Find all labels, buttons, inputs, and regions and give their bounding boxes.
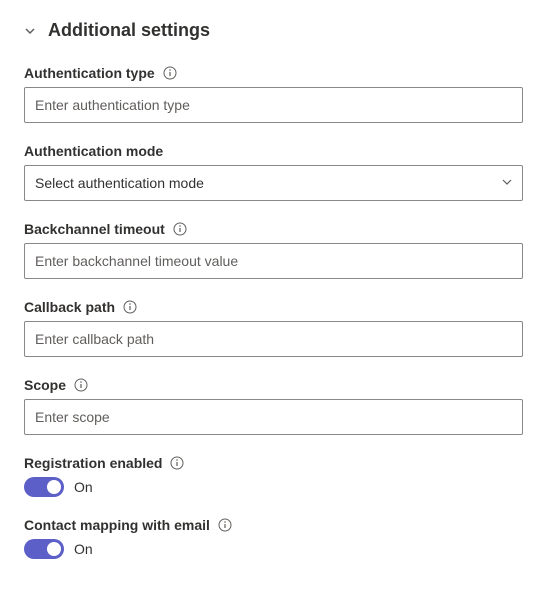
field-label: Authentication type (24, 65, 155, 81)
authentication-type-input[interactable] (24, 87, 523, 123)
toggle-thumb (47, 542, 61, 556)
callback-path-input[interactable] (24, 321, 523, 357)
scope-input[interactable] (24, 399, 523, 435)
toggle-state-label: On (74, 479, 93, 495)
field-label-row: Authentication mode (24, 143, 523, 159)
field-callback-path: Callback path (24, 299, 523, 357)
info-icon[interactable] (74, 378, 88, 392)
info-icon[interactable] (218, 518, 232, 532)
chevron-down-icon[interactable] (24, 25, 36, 37)
section-header: Additional settings (24, 20, 523, 41)
toggle-row: On (24, 539, 523, 559)
info-icon[interactable] (170, 456, 184, 470)
field-label-row: Callback path (24, 299, 523, 315)
field-scope: Scope (24, 377, 523, 435)
field-contact-mapping: Contact mapping with email On (24, 517, 523, 559)
toggle-thumb (47, 480, 61, 494)
field-label: Authentication mode (24, 143, 163, 159)
info-icon[interactable] (173, 222, 187, 236)
authentication-mode-select[interactable]: Select authentication mode (24, 165, 523, 201)
toggle-state-label: On (74, 541, 93, 557)
field-authentication-mode: Authentication mode Select authenticatio… (24, 143, 523, 201)
field-registration-enabled: Registration enabled On (24, 455, 523, 497)
registration-enabled-toggle[interactable] (24, 477, 64, 497)
field-backchannel-timeout: Backchannel timeout (24, 221, 523, 279)
info-icon[interactable] (163, 66, 177, 80)
field-label: Callback path (24, 299, 115, 315)
field-label-row: Registration enabled (24, 455, 523, 471)
info-icon[interactable] (123, 300, 137, 314)
field-authentication-type: Authentication type (24, 65, 523, 123)
field-label: Backchannel timeout (24, 221, 165, 237)
section-title: Additional settings (48, 20, 210, 41)
field-label-row: Scope (24, 377, 523, 393)
contact-mapping-toggle[interactable] (24, 539, 64, 559)
field-label-row: Contact mapping with email (24, 517, 523, 533)
field-label-row: Authentication type (24, 65, 523, 81)
field-label-row: Backchannel timeout (24, 221, 523, 237)
field-label: Registration enabled (24, 455, 162, 471)
field-label: Contact mapping with email (24, 517, 210, 533)
select-wrapper: Select authentication mode (24, 165, 523, 201)
backchannel-timeout-input[interactable] (24, 243, 523, 279)
field-label: Scope (24, 377, 66, 393)
toggle-row: On (24, 477, 523, 497)
